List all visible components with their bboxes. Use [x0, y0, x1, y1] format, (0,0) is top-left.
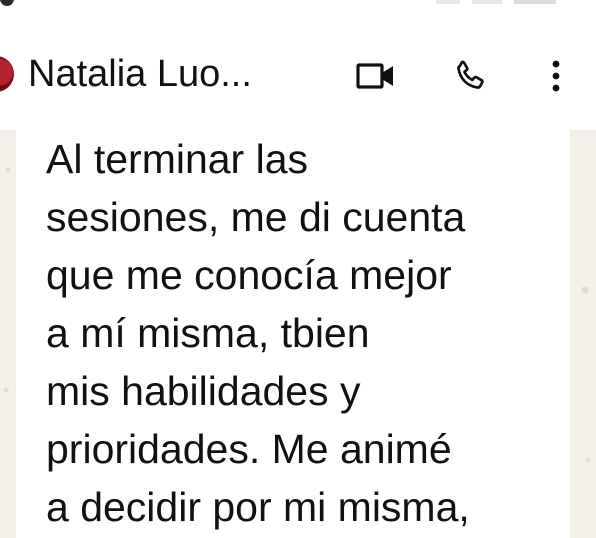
message-line: sesiones, me di cuenta	[46, 194, 466, 240]
more-options-button[interactable]	[534, 54, 578, 98]
status-indicator-icon	[0, 0, 14, 6]
message-line: que me conocía mejor	[46, 252, 452, 298]
chat-header: Natalia Luo...	[0, 14, 596, 131]
more-vertical-icon	[552, 60, 560, 92]
status-icons	[436, 0, 556, 4]
phone-icon	[457, 60, 484, 89]
message-line: mis habilidades y	[46, 368, 361, 414]
status-bar	[0, 0, 596, 14]
chat-screen: Natalia Luo... Al terminar las sesiones,…	[0, 0, 596, 538]
voice-call-button[interactable]	[448, 54, 492, 98]
message-line: a mí misma, tbien	[46, 310, 370, 356]
message-line: prioridades. Me animé	[46, 426, 452, 472]
message-line: a decidir por mi misma,	[46, 484, 470, 530]
message-line: Al terminar las	[46, 136, 309, 182]
message-text: Al terminar las sesiones, me di cuenta q…	[46, 130, 576, 536]
contact-name[interactable]: Natalia Luo...	[28, 52, 252, 96]
avatar[interactable]	[0, 56, 14, 92]
message-bubble[interactable]: Al terminar las sesiones, me di cuenta q…	[16, 130, 570, 538]
video-call-button[interactable]	[354, 54, 398, 98]
chat-area[interactable]: Al terminar las sesiones, me di cuenta q…	[0, 130, 596, 538]
video-camera-icon	[356, 63, 393, 89]
